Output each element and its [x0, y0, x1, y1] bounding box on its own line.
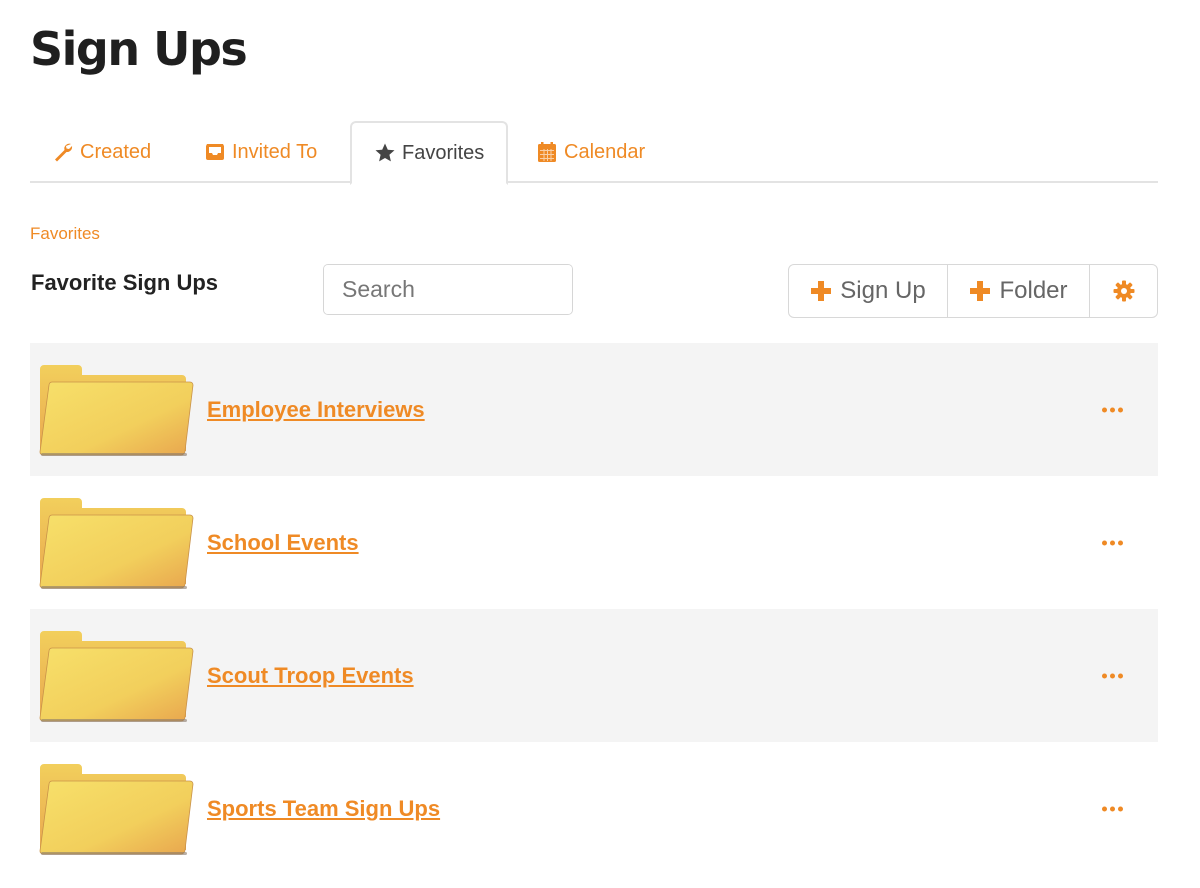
action-button-group: Sign Up Folder — [788, 264, 1158, 318]
calendar-icon — [536, 141, 558, 163]
folder-row: School Events — [30, 476, 1158, 609]
add-signup-label: Sign Up — [840, 277, 926, 304]
search-input[interactable] — [324, 265, 572, 314]
folder-link[interactable]: Sports Team Sign Ups — [207, 796, 440, 822]
folder-icon[interactable] — [37, 629, 195, 723]
folder-row: Employee Interviews — [30, 343, 1158, 476]
more-options-icon[interactable] — [1102, 401, 1123, 418]
tab-calendar[interactable]: Calendar — [536, 121, 645, 183]
add-folder-label: Folder — [999, 277, 1068, 304]
wrench-icon — [52, 141, 74, 163]
settings-button[interactable] — [1090, 265, 1157, 317]
more-options-icon[interactable] — [1102, 667, 1123, 684]
tab-invited-to[interactable]: Invited To — [204, 121, 317, 183]
folder-row: Scout Troop Events — [30, 609, 1158, 742]
star-icon — [374, 142, 396, 164]
tab-invited-to-label: Invited To — [232, 140, 318, 163]
tab-favorites[interactable]: Favorites — [350, 121, 509, 185]
folder-icon[interactable] — [37, 363, 195, 457]
more-options-icon[interactable] — [1102, 534, 1123, 551]
section-title: Favorite Sign Ups — [31, 270, 219, 295]
plus-icon — [811, 281, 832, 301]
tab-created[interactable]: Created — [52, 121, 151, 183]
folder-link[interactable]: School Events — [207, 530, 359, 556]
page-title: Sign Ups — [30, 22, 248, 76]
folder-link[interactable]: Employee Interviews — [207, 397, 425, 423]
breadcrumb-favorites[interactable]: Favorites — [30, 224, 100, 244]
tab-created-label: Created — [80, 140, 152, 163]
folder-icon[interactable] — [37, 496, 195, 590]
plus-icon — [970, 281, 991, 301]
folder-icon[interactable] — [37, 762, 195, 856]
folder-row: Sports Team Sign Ups — [30, 742, 1158, 875]
folder-link[interactable]: Scout Troop Events — [207, 663, 414, 689]
inbox-icon — [204, 141, 226, 163]
tab-favorites-label: Favorites — [402, 141, 485, 164]
add-signup-button[interactable]: Sign Up — [789, 265, 948, 317]
more-options-icon[interactable] — [1102, 800, 1123, 817]
gear-icon — [1113, 280, 1134, 302]
search-box — [323, 264, 573, 315]
tab-calendar-label: Calendar — [564, 140, 646, 163]
folder-list: Employee Interviews School Events Scout … — [30, 343, 1158, 875]
add-folder-button[interactable]: Folder — [948, 265, 1090, 317]
tab-bar: Created Invited To Favorites Calendar — [30, 121, 1158, 185]
